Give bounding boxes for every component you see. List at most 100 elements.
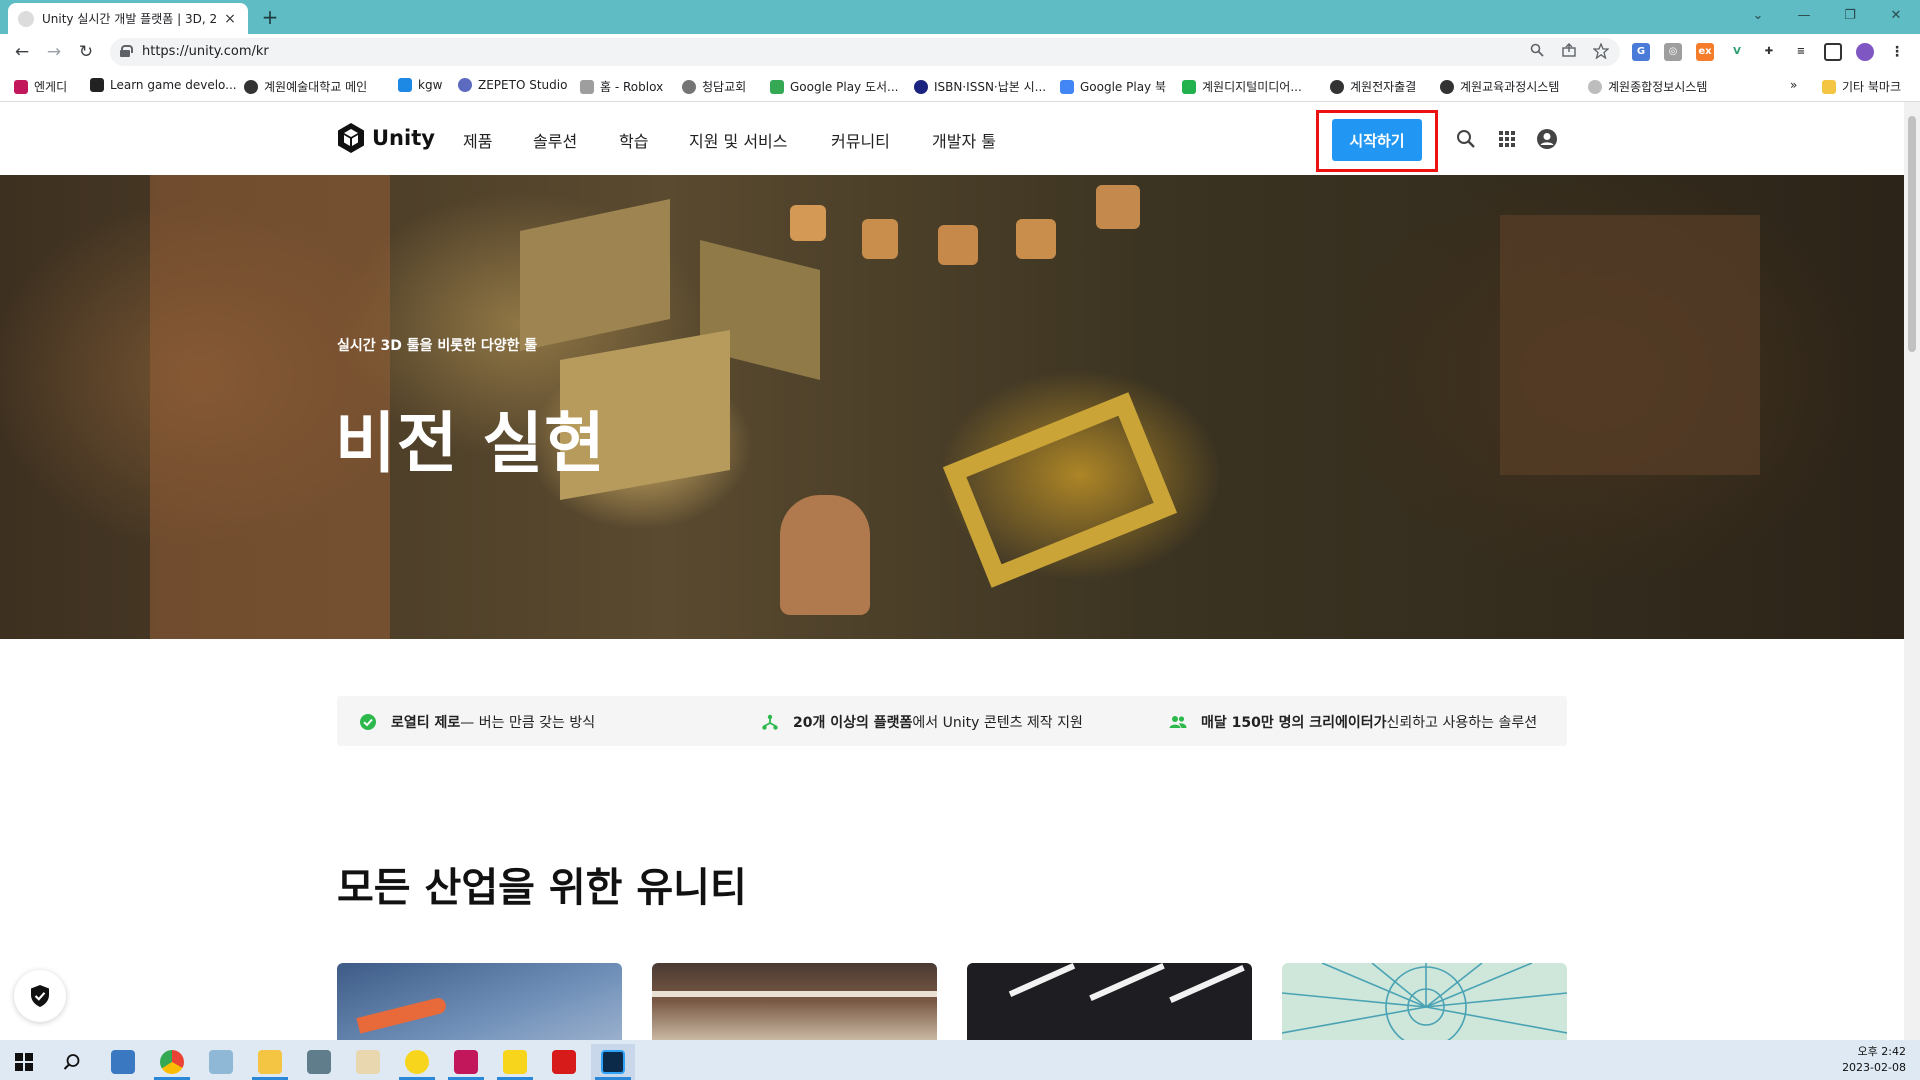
apps-grid-icon[interactable] <box>1495 127 1519 151</box>
profile-avatar-icon[interactable] <box>1856 43 1874 61</box>
search-taskbar-button[interactable] <box>50 1044 94 1080</box>
hero-decor-cube <box>1016 219 1056 259</box>
value-prop-royalty: 로열티 제로 — 버는 만큼 갖는 방식 <box>359 712 595 732</box>
bookmark-item[interactable]: 계원교육과정시스템 <box>1440 78 1559 95</box>
logo-wordmark: Unity <box>372 126 435 150</box>
share-icon[interactable] <box>1560 43 1578 61</box>
bookmark-favicon-icon <box>580 79 594 94</box>
bookmark-item[interactable]: ISBN·ISSN·납본 시... <box>914 78 1046 95</box>
unity-logo[interactable]: Unity <box>336 122 435 154</box>
hero-decor-cube <box>862 219 898 259</box>
back-button[interactable]: ← <box>10 40 34 64</box>
hero-decor-chest <box>942 392 1178 588</box>
minimize-button[interactable]: — <box>1784 4 1824 28</box>
start-button[interactable] <box>2 1044 46 1080</box>
value-props-bar: 로열티 제로 — 버는 만큼 갖는 방식 20개 이상의 플랫폼 에서 Unity… <box>337 696 1567 746</box>
bookmark-star-icon[interactable] <box>1592 42 1610 61</box>
bookmark-favicon-icon <box>1182 79 1196 94</box>
nav-solutions[interactable]: 솔루션 <box>533 128 577 152</box>
taskbar-app-kakaotalk[interactable] <box>493 1044 537 1080</box>
bookmark-favicon-icon <box>90 78 104 92</box>
translate-extension-icon[interactable]: G <box>1632 43 1650 61</box>
media-app-icon <box>111 1050 135 1074</box>
calculator-icon <box>307 1050 331 1074</box>
card-image-decor <box>1169 964 1245 1004</box>
taskbar-app-kakaotalk-chat[interactable] <box>395 1044 439 1080</box>
address-url[interactable]: https://unity.com/kr <box>142 44 269 59</box>
hero-kicker: 실시간 3D 툴을 비롯한 다양한 툴 <box>337 338 538 354</box>
industry-card-film[interactable] <box>1282 963 1567 1040</box>
new-tab-button[interactable]: + <box>258 5 282 29</box>
browser-tab-active[interactable]: Unity 실시간 개발 플랫폼 | 3D, 2 × <box>8 3 248 34</box>
restore-button[interactable]: ❐ <box>1830 4 1870 28</box>
bookmarks-more-button[interactable]: » <box>1790 78 1797 92</box>
bookmark-item[interactable]: 홈 - Roblox <box>580 78 663 95</box>
taskbar-app-explorer[interactable] <box>248 1044 292 1080</box>
reading-list-icon[interactable]: ≡ <box>1792 43 1810 61</box>
camera-extension-icon[interactable]: ◎ <box>1664 43 1682 61</box>
page-scrollbar[interactable] <box>1904 102 1920 1040</box>
paint-app-icon <box>356 1050 380 1074</box>
bookmark-item[interactable]: Learn game develo... <box>90 78 237 92</box>
bookmark-item[interactable]: Google Play 도서... <box>770 78 899 95</box>
card-image-decor <box>356 996 448 1034</box>
bookmark-favicon-icon <box>914 79 928 94</box>
taskbar-app-paint[interactable] <box>346 1044 390 1080</box>
forward-button[interactable]: → <box>42 40 66 64</box>
taskbar-app-chrome[interactable] <box>150 1044 194 1080</box>
bookmark-item[interactable]: 엔게디 <box>14 78 67 95</box>
bookmark-favicon-icon <box>1440 79 1454 94</box>
bookmark-item[interactable]: 계원종합정보시스템 <box>1588 78 1707 95</box>
taskbar-app-photoshop[interactable] <box>591 1044 635 1080</box>
browser-menu-icon[interactable]: ⋮ <box>1888 43 1906 61</box>
industry-card-architecture[interactable] <box>652 963 937 1040</box>
bookmark-item[interactable]: 계원디지털미디어... <box>1182 78 1302 95</box>
file-explorer-icon <box>258 1050 282 1074</box>
hero-decor-cube <box>938 225 978 265</box>
bookmarks-bar: 엔게디 Learn game develo... 계원예술대학교 메인 kgw … <box>0 70 1920 102</box>
taskbar-app-calculator[interactable] <box>297 1044 341 1080</box>
taskbar-app-acrobat[interactable] <box>542 1044 586 1080</box>
reload-button[interactable]: ↻ <box>74 40 98 64</box>
shield-check-icon <box>31 985 49 1007</box>
get-started-button[interactable]: 시작하기 <box>1332 119 1422 161</box>
photoshop-icon <box>601 1050 625 1074</box>
ex-extension-icon[interactable]: ex <box>1696 43 1714 61</box>
system-clock[interactable]: 오후 2:42 2023-02-08 <box>1842 1044 1906 1076</box>
industry-card-automotive[interactable] <box>967 963 1252 1040</box>
search-icon[interactable] <box>1454 127 1478 151</box>
scrollbar-thumb[interactable] <box>1908 116 1916 352</box>
notes-app-icon <box>209 1050 233 1074</box>
value-prop-platforms: 20개 이상의 플랫폼 에서 Unity 콘텐츠 제작 지원 <box>761 712 1083 732</box>
zoom-search-icon[interactable] <box>1528 43 1546 61</box>
other-bookmarks-folder[interactable]: 기타 북마크 <box>1822 78 1901 95</box>
nav-products[interactable]: 제품 <box>463 128 492 152</box>
windows-taskbar: 오후 2:42 2023-02-08 <box>0 1040 1920 1080</box>
side-panel-icon[interactable] <box>1824 43 1842 61</box>
taskbar-app-game[interactable] <box>444 1044 488 1080</box>
bookmark-item[interactable]: 계원예술대학교 메인 <box>244 78 367 95</box>
bookmark-item[interactable]: kgw <box>398 78 442 92</box>
nav-learn[interactable]: 학습 <box>619 128 648 152</box>
nav-support-services[interactable]: 지원 및 서비스 <box>689 128 788 152</box>
tab-title: Unity 실시간 개발 플랫폼 | 3D, 2 <box>42 12 218 26</box>
nav-community[interactable]: 커뮤니티 <box>831 128 890 152</box>
bookmark-item[interactable]: ZEPETO Studio <box>458 78 567 92</box>
privacy-shield-button[interactable] <box>14 970 66 1022</box>
chat-bubble-icon <box>405 1050 429 1074</box>
bookmark-item[interactable]: 계원전자출결 <box>1330 78 1416 95</box>
bookmark-item[interactable]: 청담교회 <box>682 78 746 95</box>
close-window-button[interactable]: ✕ <box>1876 4 1916 28</box>
bookmark-favicon-icon <box>398 78 412 92</box>
address-bar[interactable]: https://unity.com/kr <box>110 38 1620 66</box>
v-extension-icon[interactable]: V <box>1728 43 1746 61</box>
industry-card-games[interactable] <box>337 963 622 1040</box>
puzzle-extension-icon[interactable]: ✚ <box>1760 43 1778 61</box>
taskbar-app-notes[interactable] <box>199 1044 243 1080</box>
bookmark-item[interactable]: Google Play 북 <box>1060 78 1166 95</box>
tab-close-icon[interactable]: × <box>222 11 238 27</box>
nav-developer-tools[interactable]: 개발자 툴 <box>932 128 996 152</box>
account-icon[interactable] <box>1535 127 1559 151</box>
tab-search-icon[interactable]: ⌄ <box>1738 4 1778 28</box>
taskbar-app-media[interactable] <box>101 1044 145 1080</box>
